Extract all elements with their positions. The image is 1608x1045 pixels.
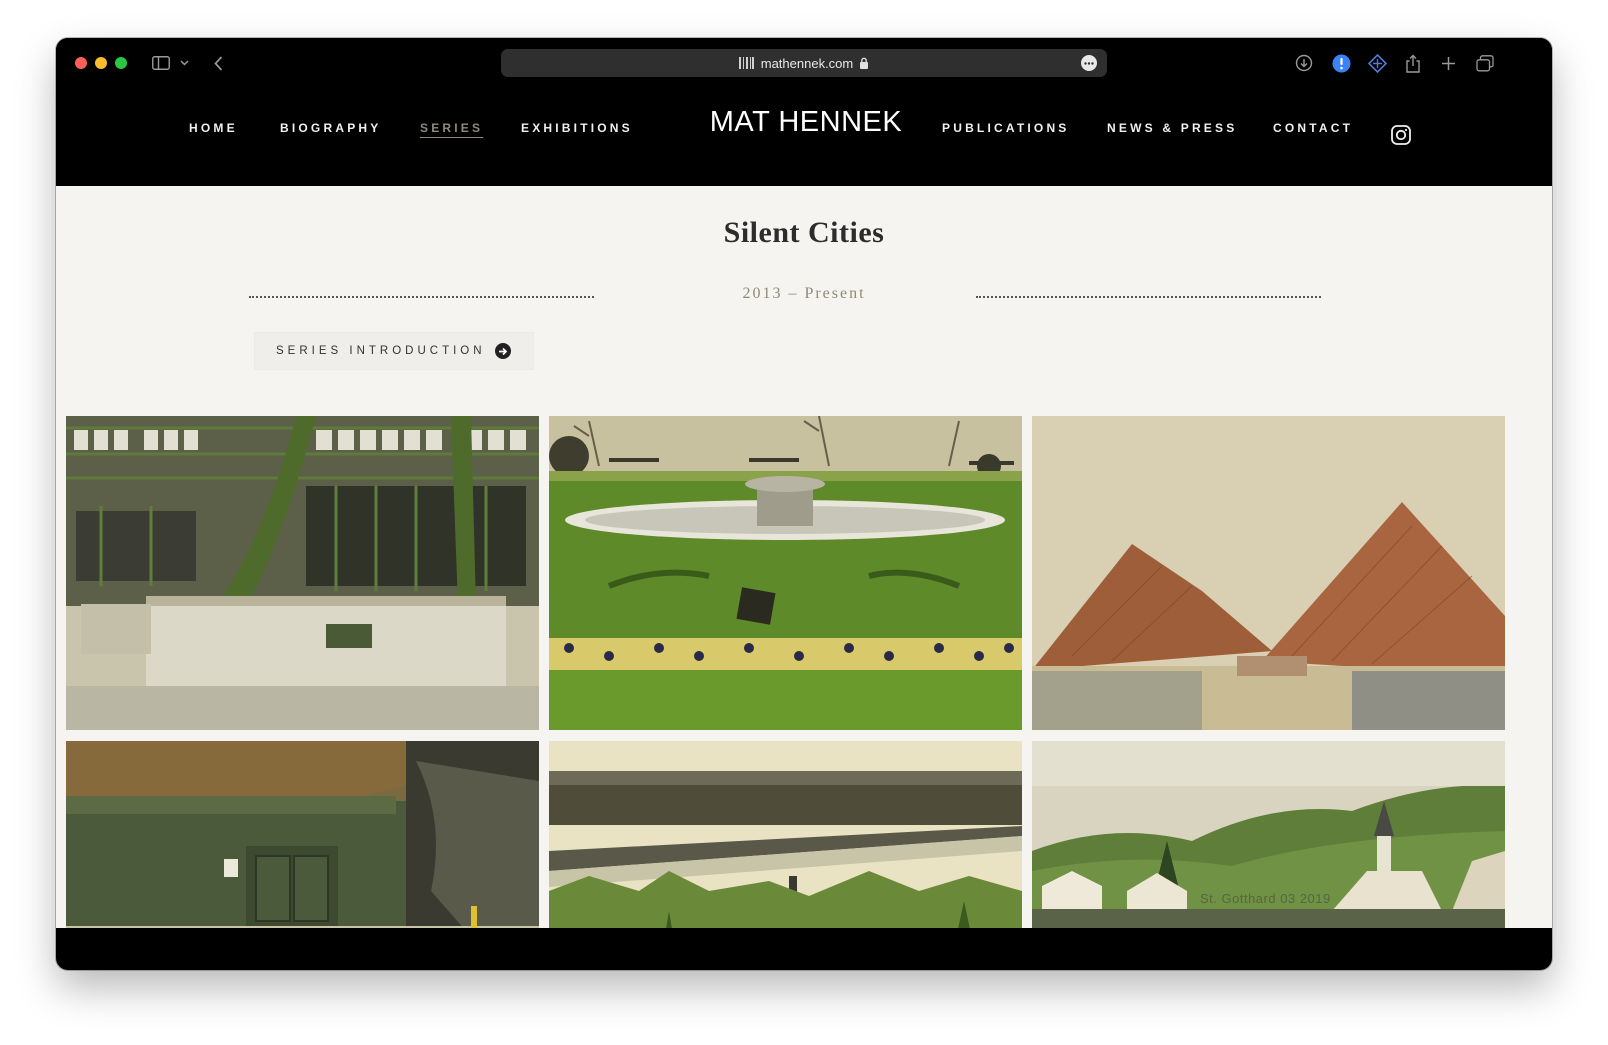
series-years: 2013 – Present [742, 285, 866, 302]
site-logo[interactable]: MAT HENNEK [706, 106, 906, 139]
image-hover-caption: St. Gotthard 03 2019 [1200, 891, 1331, 906]
gallery-image-village[interactable]: St. Gotthard 03 2019 [1032, 741, 1505, 928]
nav-publications[interactable]: PUBLICATIONS [942, 121, 1070, 135]
series-introduction-label: SERIES INTRODUCTION [276, 345, 486, 357]
nav-contact[interactable]: CONTACT [1273, 121, 1353, 135]
divider-left [249, 296, 594, 298]
gallery-image-bunker[interactable] [66, 741, 539, 928]
browser-window: mathennek.com HOME BIOGRAPHY SERIES EXHI… [56, 38, 1552, 970]
instagram-icon[interactable] [1391, 125, 1411, 150]
arrow-right-icon [495, 343, 511, 359]
page-title: Silent Cities [723, 216, 885, 249]
gallery-image-greenhouse[interactable] [66, 416, 539, 730]
divider-right [976, 296, 1321, 298]
nav-home[interactable]: HOME [189, 121, 238, 135]
nav-news-press[interactable]: NEWS & PRESS [1107, 121, 1237, 135]
series-introduction-button[interactable]: SERIES INTRODUCTION [254, 332, 534, 370]
main-content: Silent Cities 2013 – Present SERIES INTR… [56, 186, 1552, 928]
gallery-image-overpass[interactable] [549, 741, 1022, 928]
nav-biography[interactable]: BIOGRAPHY [280, 121, 381, 135]
nav-exhibitions[interactable]: EXHIBITIONS [521, 121, 633, 135]
nav-series[interactable]: SERIES [420, 121, 483, 135]
gallery-image-pyramids[interactable] [1032, 416, 1505, 730]
gallery-image-fountain[interactable] [549, 416, 1022, 730]
